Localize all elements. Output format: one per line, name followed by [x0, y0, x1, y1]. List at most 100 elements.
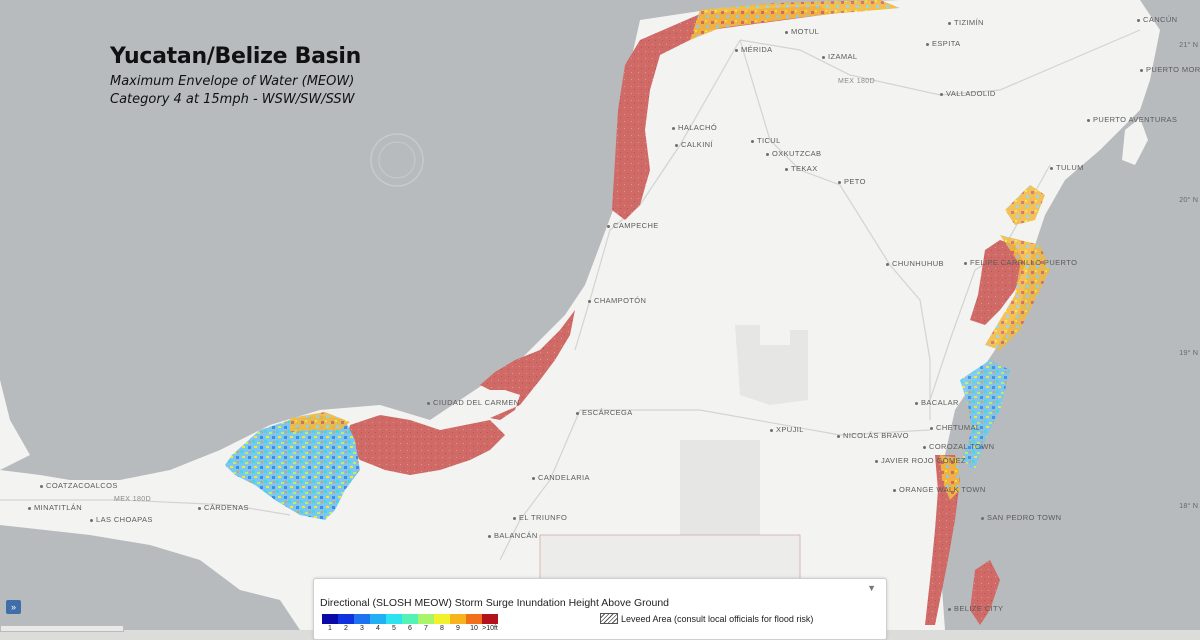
city-dot-icon	[576, 411, 579, 415]
city-dot-icon	[785, 167, 788, 171]
map-subtitle-meow: Maximum Envelope of Water (MEOW)	[110, 74, 355, 89]
city-name: TULUM	[1056, 163, 1084, 172]
scale-label: 2	[344, 625, 348, 632]
city-label: PUERTO AVENTURAS	[1087, 115, 1177, 124]
map-title-block: Yucatan/Belize Basin Maximum Envelope of…	[110, 44, 361, 109]
city-label: BELIZE CITY	[948, 604, 1003, 613]
city-dot-icon	[915, 401, 918, 405]
city-name: PUERTO MORELOS	[1146, 65, 1200, 74]
city-dot-icon	[198, 506, 201, 510]
city-name: SAN PEDRO TOWN	[987, 513, 1062, 522]
city-label: BALANCÁN	[488, 531, 538, 540]
city-dot-icon	[1050, 166, 1053, 170]
scale-label: 5	[392, 625, 396, 632]
city-label: JAVIER ROJO GÓMEZ	[875, 456, 966, 465]
city-dot-icon	[735, 48, 738, 52]
city-name: XPUJIL	[776, 425, 804, 434]
collapse-legend-icon[interactable]: ▼	[867, 583, 876, 593]
city-label: FELIPE CARRILLO PUERTO	[964, 258, 1077, 267]
city-label: SAN PEDRO TOWN	[981, 513, 1062, 522]
city-dot-icon	[981, 516, 984, 520]
city-name: CÁRDENAS	[204, 503, 249, 512]
city-name: TIZIMÍN	[954, 18, 984, 27]
city-name: MÉRIDA	[741, 45, 773, 54]
city-dot-icon	[875, 459, 878, 463]
color-scale-labels: 1 2 3 4 5 6 7 8 9 10 >10ft	[322, 625, 498, 632]
latitude-label: 18° N	[1179, 501, 1198, 510]
city-dot-icon	[588, 299, 591, 303]
city-dot-icon	[672, 126, 675, 130]
city-name: ESPITA	[932, 39, 961, 48]
city-dot-icon	[513, 516, 516, 520]
city-label: LAS CHOAPAS	[90, 515, 153, 524]
city-label: COROZAL TOWN	[923, 442, 995, 451]
city-dot-icon	[948, 21, 951, 25]
city-name: PETO	[844, 177, 866, 186]
city-name: CANDELARIA	[538, 473, 590, 482]
city-label: CHUNHUHUB	[886, 259, 944, 268]
color-scale	[322, 614, 498, 624]
city-name: NICOLÁS BRAVO	[843, 431, 909, 440]
city-label: ESPITA	[926, 39, 961, 48]
city-name: PUERTO AVENTURAS	[1093, 115, 1178, 124]
map-subtitle-scenario: Category 4 at 15mph - WSW/SW/SSW	[110, 92, 355, 107]
city-dot-icon	[785, 30, 788, 34]
city-dot-icon	[28, 506, 31, 510]
city-label: TULUM	[1050, 163, 1084, 172]
city-dot-icon	[822, 55, 825, 59]
city-label: EL TRIUNFO	[513, 513, 567, 522]
city-label: XPUJIL	[770, 425, 804, 434]
city-dot-icon	[926, 42, 929, 46]
city-name: IZAMAL	[828, 52, 858, 61]
scale-label: >10ft	[482, 625, 498, 632]
city-dot-icon	[90, 518, 93, 522]
city-name: TEKAX	[791, 164, 818, 173]
city-label: VALLADOLID	[940, 89, 996, 98]
city-name: LAS CHOAPAS	[96, 515, 153, 524]
city-label: ORANGE WALK TOWN	[893, 485, 986, 494]
city-label: TIZIMÍN	[948, 18, 984, 27]
scale-label: 8	[440, 625, 444, 632]
city-name: CIUDAD DEL CARMEN	[433, 398, 520, 407]
city-label: CANDELARIA	[532, 473, 590, 482]
levee-legend-item: Leveed Area (consult local officials for…	[600, 613, 813, 624]
city-dot-icon	[930, 426, 933, 430]
city-label: ESCÁRCEGA	[576, 408, 633, 417]
latitude-label: 20° N	[1179, 195, 1198, 204]
city-name: VALLADOLID	[946, 89, 996, 98]
city-dot-icon	[886, 262, 889, 266]
city-label: PUERTO MORELOS	[1140, 65, 1200, 74]
city-dot-icon	[964, 261, 967, 265]
city-label: OXKUTZCAB	[766, 149, 821, 158]
city-dot-icon	[940, 92, 943, 96]
scale-label: 4	[376, 625, 380, 632]
city-label: CALKINÍ	[675, 140, 713, 149]
city-dot-icon	[766, 152, 769, 156]
city-dot-icon	[893, 488, 896, 492]
city-name: BACALAR	[921, 398, 959, 407]
city-label: MÉRIDA	[735, 45, 773, 54]
city-dot-icon	[675, 143, 678, 147]
scale-label: 7	[424, 625, 428, 632]
scale-label: 3	[360, 625, 364, 632]
city-label: CAMPECHE	[607, 221, 659, 230]
latitude-label: 21° N	[1179, 40, 1198, 49]
city-label: CÁRDENAS	[198, 503, 249, 512]
city-dot-icon	[1140, 68, 1143, 72]
legend-title: Directional (SLOSH MEOW) Storm Surge Inu…	[320, 597, 669, 609]
hatch-swatch-icon	[600, 613, 618, 624]
expand-panel-button[interactable]: »	[6, 600, 21, 614]
city-name: BELIZE CITY	[954, 604, 1004, 613]
city-dot-icon	[427, 401, 430, 405]
city-dot-icon	[1137, 18, 1140, 22]
city-name: MINATITLÁN	[34, 503, 83, 512]
scale-label: 10	[470, 625, 478, 632]
city-dot-icon	[948, 607, 951, 611]
city-name: ORANGE WALK TOWN	[899, 485, 986, 494]
scale-swatch	[466, 614, 482, 624]
city-dot-icon	[532, 476, 535, 480]
city-label: CANCÚN	[1137, 15, 1177, 24]
surge-legend: ▼ Directional (SLOSH MEOW) Storm Surge I…	[313, 578, 887, 640]
city-dot-icon	[770, 428, 773, 432]
city-name: CHUNHUHUB	[892, 259, 944, 268]
